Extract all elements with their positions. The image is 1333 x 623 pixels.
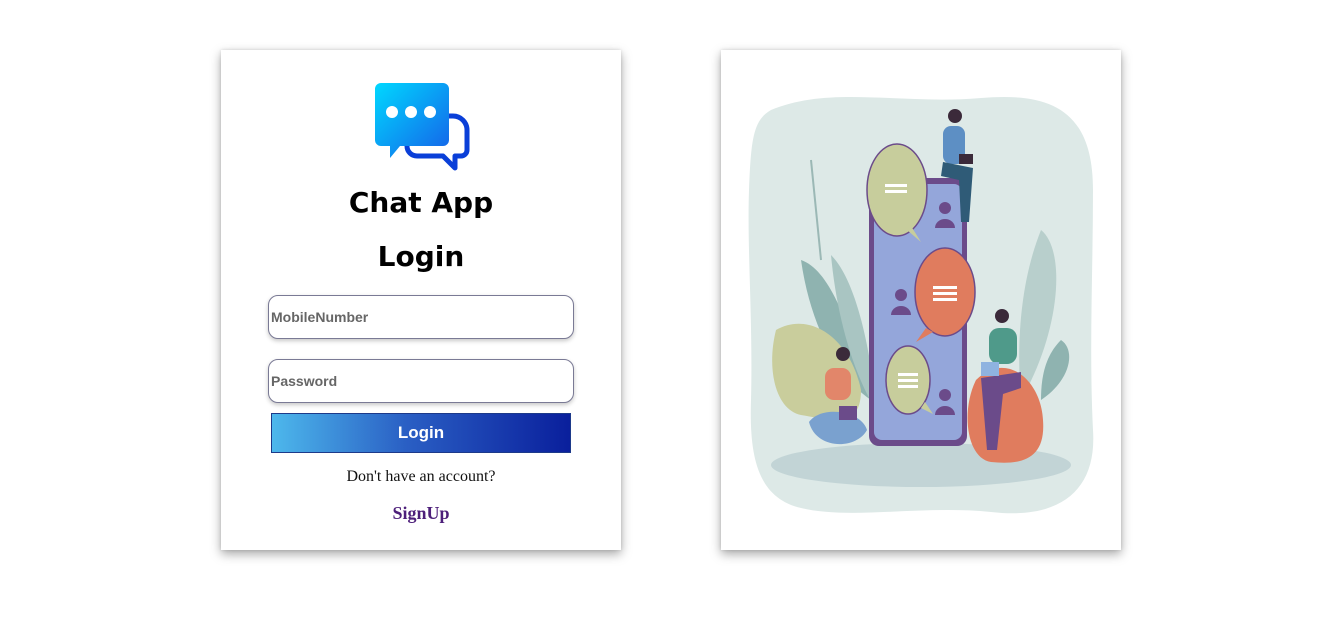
app-name: Chat App (348, 186, 494, 219)
signup-link[interactable]: SignUp (221, 503, 621, 524)
account-prompt-text: Don't have an account? (346, 468, 496, 485)
login-card: Chat App Login Login Don't have an accou… (221, 50, 621, 550)
mobile-number-input[interactable] (268, 295, 574, 339)
illustration-card (721, 50, 1121, 550)
password-input[interactable] (268, 359, 574, 403)
chat-app-logo-icon (375, 83, 470, 171)
chat-illustration (748, 96, 1094, 514)
login-button[interactable]: Login (271, 413, 571, 453)
login-heading: Login (377, 240, 465, 273)
